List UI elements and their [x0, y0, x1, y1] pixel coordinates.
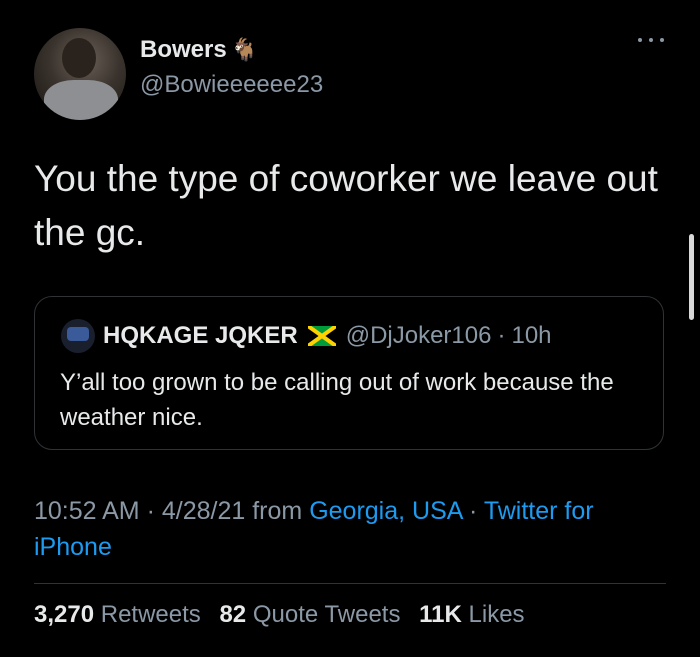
- likes-count: 11K: [419, 601, 462, 628]
- tweet-text: You the type of coworker we leave out th…: [34, 158, 658, 253]
- jamaica-flag-icon: [307, 326, 336, 346]
- tweet-metadata: 10:52 AM · 4/28/21 from Georgia, USA · T…: [34, 493, 674, 565]
- quoted-separator: ·: [497, 322, 506, 349]
- tweet-date: 4/28/21: [161, 497, 246, 525]
- likes-stat[interactable]: 11K Likes: [419, 601, 524, 628]
- goat-emoji-icon: 🐐: [230, 37, 259, 62]
- engagement-stats: 3,270 Retweets 82 Quote Tweets 11K Likes: [34, 601, 537, 629]
- meta-from: from: [245, 497, 310, 525]
- meta-dot: ·: [462, 497, 484, 525]
- meta-dot: ·: [139, 497, 162, 525]
- avatar-head: [62, 38, 96, 78]
- quoted-author-name: HQKAGE JQKER: [103, 322, 298, 349]
- quote-tweets-label: Quote Tweets: [252, 601, 401, 628]
- quoted-time: 10h: [511, 322, 552, 349]
- author-name-row[interactable]: Bowers 🐐: [140, 36, 258, 64]
- author-handle[interactable]: @Bowieeeeee23: [140, 71, 323, 99]
- likes-label: Likes: [468, 601, 525, 628]
- tweet-time: 10:52 AM: [34, 497, 140, 525]
- location-link[interactable]: Georgia, USA: [309, 497, 462, 525]
- quote-tweets-stat[interactable]: 82 Quote Tweets: [219, 601, 400, 628]
- retweets-count: 3,270: [34, 601, 95, 628]
- quote-tweets-count: 82: [219, 601, 247, 628]
- divider: [34, 583, 666, 584]
- quoted-author-avatar: [61, 319, 95, 353]
- avatar-shirt: [44, 80, 118, 120]
- more-options-icon[interactable]: [638, 34, 664, 46]
- retweets-stat[interactable]: 3,270 Retweets: [34, 601, 201, 628]
- scrollbar[interactable]: [689, 234, 694, 320]
- author-name[interactable]: Bowers: [140, 36, 227, 64]
- retweets-label: Retweets: [100, 601, 201, 628]
- quoted-tweet-card[interactable]: HQKAGE JQKER @DjJoker106 · 10h Y’all too…: [34, 296, 664, 450]
- quoted-tweet-header: HQKAGE JQKER @DjJoker106 · 10h: [61, 319, 552, 353]
- quoted-tweet-text: Y’all too grown to be calling out of wor…: [60, 369, 614, 431]
- quoted-author-handle: @DjJoker106: [345, 322, 492, 349]
- author-avatar[interactable]: [34, 28, 126, 120]
